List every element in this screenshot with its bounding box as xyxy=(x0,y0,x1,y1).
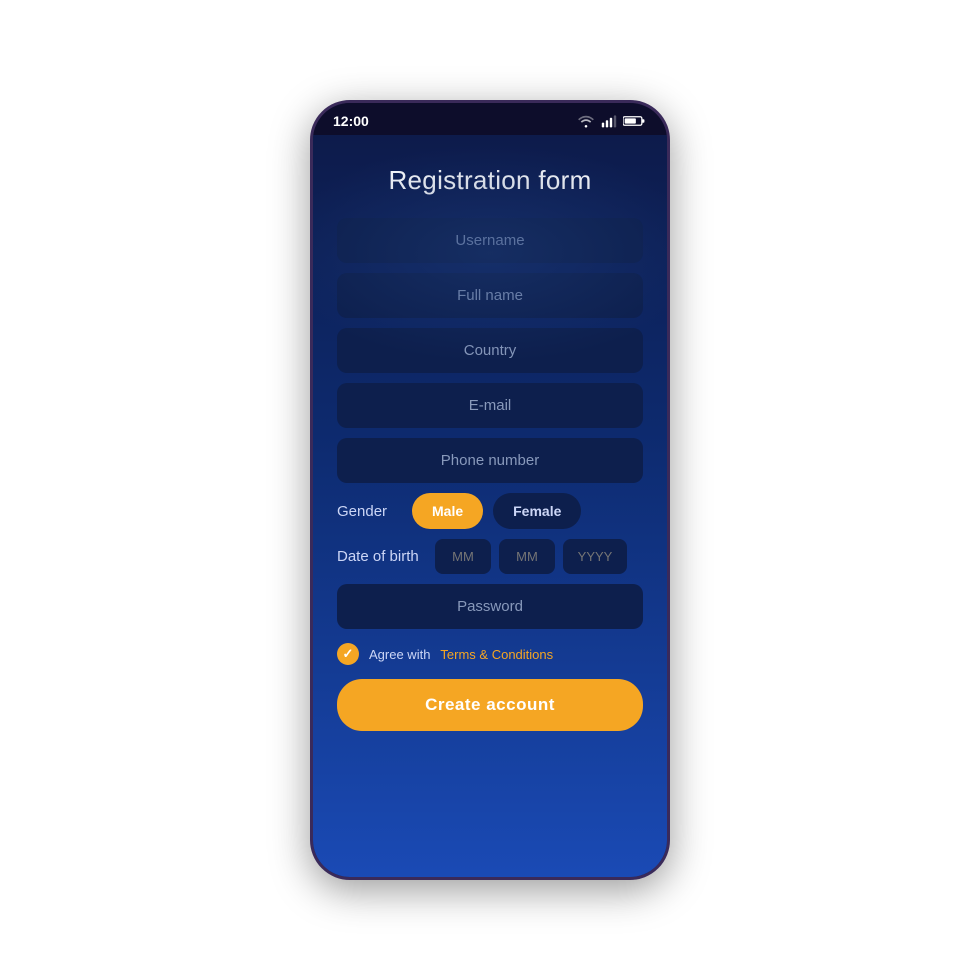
password-input[interactable] xyxy=(337,584,643,629)
dob-month-input[interactable] xyxy=(435,539,491,574)
page-title: Registration form xyxy=(388,165,591,196)
signal-icon xyxy=(601,114,617,128)
terms-link[interactable]: Terms & Conditions xyxy=(440,647,553,662)
dob-label: Date of birth xyxy=(337,548,427,565)
status-bar: 12:00 xyxy=(313,103,667,135)
status-icons xyxy=(577,114,647,128)
battery-icon xyxy=(623,114,647,128)
dob-row: Date of birth xyxy=(337,539,643,574)
agree-text: Agree with xyxy=(369,647,430,662)
checkmark-icon: ✓ xyxy=(343,646,354,662)
create-account-button[interactable]: Create account xyxy=(337,679,643,731)
dob-day-input[interactable] xyxy=(499,539,555,574)
agree-row: ✓ Agree with Terms & Conditions xyxy=(337,643,643,665)
wifi-icon xyxy=(577,114,595,128)
gender-label: Gender xyxy=(337,503,402,520)
screen-content: Registration form Gender Male Female Dat… xyxy=(313,135,667,877)
gender-row: Gender Male Female xyxy=(337,493,643,529)
phone-input[interactable] xyxy=(337,438,643,483)
status-time: 12:00 xyxy=(333,113,369,129)
dob-year-input[interactable] xyxy=(563,539,627,574)
gender-female-button[interactable]: Female xyxy=(493,493,581,529)
gender-male-button[interactable]: Male xyxy=(412,493,483,529)
country-input[interactable] xyxy=(337,328,643,373)
phone-frame: 12:00 Registration form xyxy=(310,100,670,880)
terms-checkbox[interactable]: ✓ xyxy=(337,643,359,665)
email-input[interactable] xyxy=(337,383,643,428)
fullname-input[interactable] xyxy=(337,273,643,318)
username-input[interactable] xyxy=(337,218,643,263)
